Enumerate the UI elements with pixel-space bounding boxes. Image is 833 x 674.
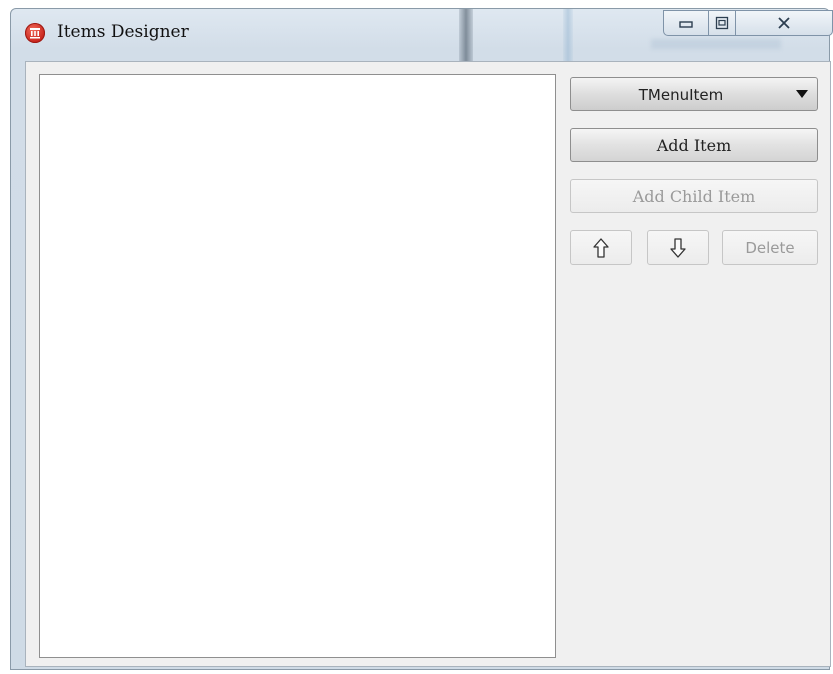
chevron-down-icon bbox=[796, 90, 808, 98]
caption-buttons bbox=[663, 10, 833, 38]
maximize-button[interactable] bbox=[708, 10, 736, 36]
close-icon bbox=[778, 17, 790, 29]
move-up-button[interactable] bbox=[570, 230, 632, 265]
add-child-item-button[interactable]: Add Child Item bbox=[570, 179, 818, 213]
window-title: Items Designer bbox=[57, 22, 189, 42]
item-type-value: TMenuItem bbox=[638, 86, 724, 104]
add-item-button[interactable]: Add Item bbox=[570, 128, 818, 162]
maximize-icon bbox=[715, 16, 729, 30]
title-bar[interactable]: Items Designer bbox=[11, 9, 833, 59]
arrow-down-icon bbox=[670, 237, 686, 258]
close-button[interactable] bbox=[735, 10, 833, 36]
client-area: TMenuItem Add Item Add Child Item Delete bbox=[25, 61, 831, 667]
arrow-up-icon bbox=[593, 237, 609, 258]
minimize-button[interactable] bbox=[663, 10, 709, 36]
app-icon[interactable] bbox=[25, 23, 45, 43]
move-down-button[interactable] bbox=[647, 230, 709, 265]
delete-button[interactable]: Delete bbox=[722, 230, 818, 265]
add-child-item-label: Add Child Item bbox=[632, 186, 756, 206]
minimize-icon bbox=[679, 21, 693, 28]
items-designer-window: Items Designer TMenuItem Add Item Add Ch… bbox=[10, 8, 833, 670]
delete-label: Delete bbox=[745, 238, 795, 257]
add-item-label: Add Item bbox=[656, 135, 732, 155]
items-tree-list[interactable] bbox=[39, 74, 556, 658]
item-type-dropdown[interactable]: TMenuItem bbox=[570, 77, 818, 111]
